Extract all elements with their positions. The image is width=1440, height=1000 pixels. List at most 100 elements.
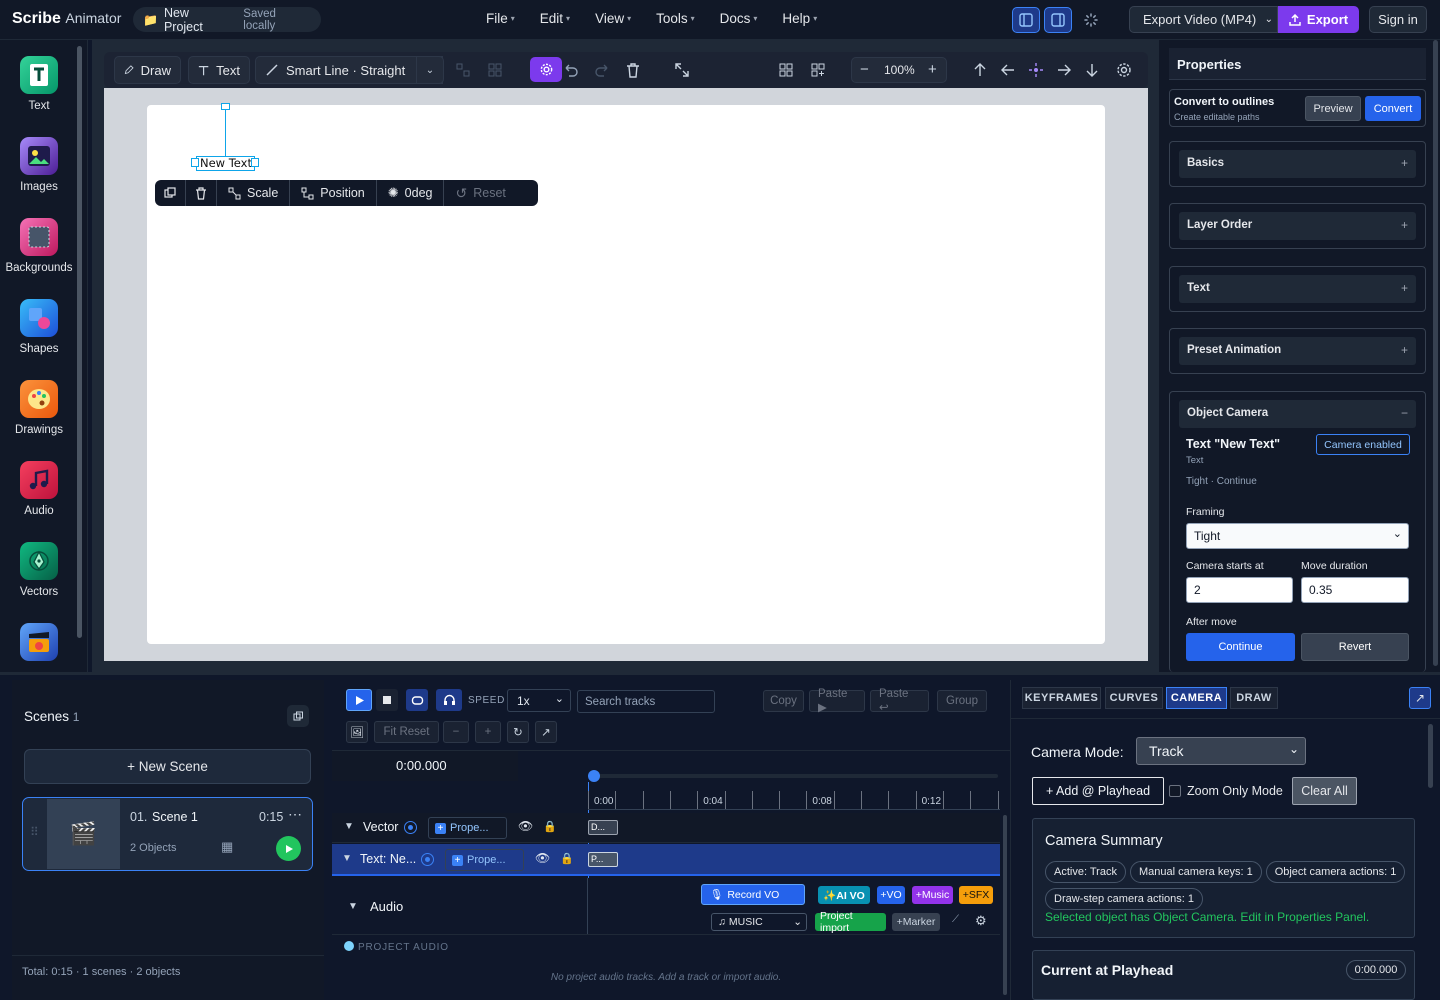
snap-grid-icon[interactable] bbox=[809, 61, 827, 79]
rotation-handle[interactable] bbox=[221, 103, 230, 110]
project-pill[interactable]: 📁 New Project Saved locally bbox=[133, 6, 321, 34]
loop-button[interactable] bbox=[406, 689, 428, 711]
timeline-clip[interactable]: D... bbox=[588, 820, 618, 835]
fullscreen-icon[interactable] bbox=[673, 61, 691, 79]
sign-in-button[interactable]: Sign in bbox=[1369, 6, 1427, 33]
drag-handle-icon[interactable]: ⠿ bbox=[30, 825, 39, 839]
dock-item-scenes[interactable] bbox=[0, 623, 78, 667]
thumbnail-toggle-button[interactable]: 🖼 bbox=[346, 721, 368, 743]
arrow-up-icon[interactable] bbox=[971, 61, 989, 79]
gear-icon[interactable] bbox=[1115, 61, 1133, 79]
tab-curves[interactable]: CURVES bbox=[1105, 687, 1163, 709]
center-target-icon[interactable] bbox=[1027, 61, 1045, 79]
menu-file[interactable]: File ▾ bbox=[486, 11, 515, 26]
new-scene-button[interactable]: + New Scene bbox=[24, 749, 311, 784]
caret-down-icon[interactable]: ▼ bbox=[348, 901, 358, 912]
resize-handle-right[interactable] bbox=[251, 158, 259, 167]
camera-toggle-icon[interactable] bbox=[404, 821, 417, 834]
audio-monitor-button[interactable] bbox=[436, 689, 462, 711]
undo-icon[interactable] bbox=[562, 61, 580, 79]
add-music-button[interactable]: +Music bbox=[912, 886, 953, 904]
time-ruler[interactable]: 0:00 0:04 0:08 0:12 bbox=[588, 791, 1000, 810]
canvas-settings-button[interactable] bbox=[530, 57, 562, 82]
add-vo-button[interactable]: +VO bbox=[877, 886, 905, 904]
tab-draw[interactable]: DRAW bbox=[1230, 687, 1278, 709]
text-section[interactable]: Text + bbox=[1169, 266, 1426, 312]
arrow-left-icon[interactable] bbox=[999, 61, 1017, 79]
play-scene-button[interactable] bbox=[276, 836, 301, 861]
track-properties-button[interactable]: + Prope... bbox=[428, 817, 507, 839]
camera-toggle-icon[interactable] bbox=[421, 853, 434, 866]
dock-item-text[interactable]: Text bbox=[0, 56, 78, 112]
menu-view[interactable]: View ▾ bbox=[595, 11, 631, 26]
properties-scrollbar[interactable] bbox=[1433, 40, 1438, 666]
dock-item-shapes[interactable]: Shapes bbox=[0, 299, 78, 355]
layout-right-panel-button[interactable] bbox=[1044, 7, 1072, 33]
zoom-in-timeline-button[interactable]: + bbox=[475, 721, 501, 743]
gear-icon[interactable]: ⚙ bbox=[975, 913, 987, 929]
export-format-select[interactable]: Export Video (MP4) ⌄ bbox=[1129, 6, 1278, 33]
zoom-in-icon[interactable]: + bbox=[928, 61, 937, 78]
timeline-scrollbar[interactable] bbox=[1003, 815, 1007, 995]
after-move-continue-button[interactable]: Continue bbox=[1186, 633, 1295, 661]
scale-button[interactable]: Scale bbox=[217, 180, 291, 206]
dock-item-audio[interactable]: Audio bbox=[0, 461, 78, 517]
dock-item-drawings[interactable]: Drawings bbox=[0, 380, 78, 436]
camera-enabled-badge[interactable]: Camera enabled bbox=[1316, 434, 1410, 455]
delete-object-button[interactable] bbox=[186, 180, 217, 206]
tab-keyframes[interactable]: KEYFRAMES bbox=[1022, 687, 1101, 709]
redo-icon[interactable] bbox=[593, 61, 611, 79]
camera-scrollbar[interactable] bbox=[1428, 724, 1433, 788]
clear-all-button[interactable]: Clear All bbox=[1292, 777, 1357, 805]
add-marker-button[interactable]: +Marker bbox=[892, 913, 940, 931]
object-camera-header[interactable]: Object Camera − bbox=[1179, 400, 1416, 428]
trash-icon[interactable] bbox=[624, 61, 642, 79]
wand-icon[interactable]: ⟋ bbox=[952, 914, 959, 925]
playhead-knob[interactable] bbox=[588, 770, 600, 782]
camera-starts-input[interactable]: 2 bbox=[1186, 577, 1293, 603]
layer-order-section[interactable]: Layer Order + bbox=[1169, 203, 1426, 249]
duplicate-button[interactable] bbox=[155, 180, 186, 206]
timeline-clip[interactable]: P... bbox=[588, 852, 618, 867]
lock-icon[interactable]: 🔒 bbox=[543, 820, 557, 833]
add-sfx-button[interactable]: +SFX bbox=[959, 886, 993, 904]
popout-button[interactable]: ↗ bbox=[535, 721, 557, 743]
track-properties-button[interactable]: + Prope... bbox=[445, 849, 524, 871]
smart-line-dropdown[interactable]: ⌄ bbox=[416, 56, 444, 84]
preset-animation-section[interactable]: Preset Animation + bbox=[1169, 328, 1426, 374]
position-button[interactable]: Position bbox=[290, 180, 377, 206]
group-icon[interactable] bbox=[454, 61, 472, 79]
scene-name[interactable]: Scene 1 bbox=[152, 810, 198, 824]
framing-select[interactable]: Tight ⌄ bbox=[1186, 523, 1409, 549]
scenes-duplicate-button[interactable] bbox=[287, 705, 309, 727]
lock-icon[interactable]: 🔒 bbox=[560, 852, 574, 865]
zoom-out-timeline-button[interactable]: − bbox=[443, 721, 469, 743]
track-row-text[interactable]: ▼ Text: Ne... + Prope... 👁 🔒 P... bbox=[332, 844, 1000, 876]
menu-tools[interactable]: Tools ▾ bbox=[656, 11, 695, 26]
ai-vo-button[interactable]: ✨AI VO bbox=[818, 886, 870, 904]
visibility-eye-icon[interactable]: 👁 bbox=[518, 819, 533, 833]
dock-item-images[interactable]: Images bbox=[0, 137, 78, 193]
dock-item-backgrounds[interactable]: Backgrounds bbox=[0, 218, 78, 274]
scene-card[interactable]: ⠿ 🎬 01. Scene 1 0:15 ⋯ 2 Objects ▦ bbox=[22, 797, 313, 871]
text-object[interactable]: New Text bbox=[196, 156, 255, 171]
paste-in-place-button[interactable]: Paste ↩ bbox=[870, 688, 929, 714]
grid-icon[interactable] bbox=[777, 61, 795, 79]
popout-camera-button[interactable]: ↗ bbox=[1409, 687, 1431, 709]
preview-button[interactable]: Preview bbox=[1305, 96, 1361, 121]
play-button[interactable] bbox=[346, 689, 372, 711]
after-move-revert-button[interactable]: Revert bbox=[1301, 633, 1409, 661]
speed-select[interactable]: 1x ⌄ bbox=[507, 689, 571, 712]
camera-mode-select[interactable]: Track ⌄ bbox=[1136, 737, 1306, 765]
audio-category-select[interactable]: ♫ MUSIC ⌄ bbox=[711, 913, 807, 931]
layout-left-panel-button[interactable] bbox=[1012, 7, 1040, 33]
refresh-button[interactable]: ↻ bbox=[507, 721, 529, 743]
stop-button[interactable] bbox=[376, 689, 398, 711]
paste-button[interactable]: Paste ▶ bbox=[809, 688, 865, 714]
rotation-button[interactable]: ✺ 0deg bbox=[377, 180, 445, 206]
track-row-vector[interactable]: ▼ Vector + Prope... 👁 🔒 D... bbox=[332, 813, 1000, 843]
visibility-eye-icon[interactable]: 👁 bbox=[535, 851, 550, 865]
basics-section[interactable]: Basics + bbox=[1169, 141, 1426, 187]
ungroup-icon[interactable] bbox=[486, 61, 504, 79]
draw-tool-button[interactable]: Draw bbox=[114, 56, 181, 84]
